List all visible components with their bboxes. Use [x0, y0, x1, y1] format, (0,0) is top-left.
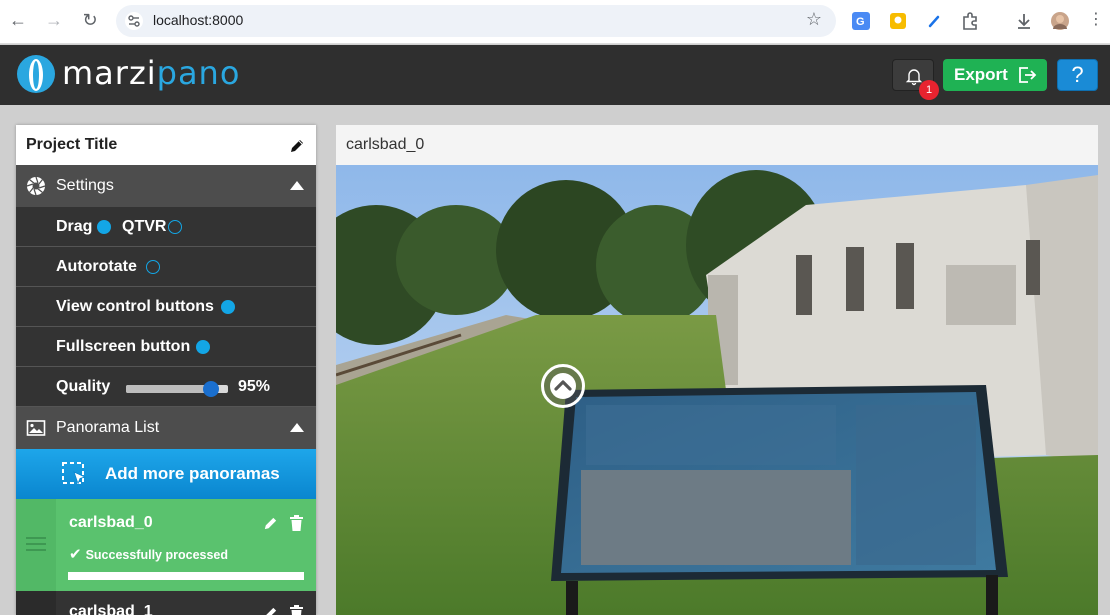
settings-title: Settings — [56, 177, 114, 194]
drag-radio[interactable] — [97, 220, 111, 234]
trash-icon[interactable] — [289, 605, 304, 615]
processing-progress-bar — [68, 572, 304, 580]
add-panoramas-label: Add more panoramas — [105, 464, 280, 483]
qtvr-radio[interactable] — [168, 220, 182, 234]
address-url[interactable]: localhost:8000 — [153, 12, 243, 28]
trash-icon[interactable] — [289, 515, 304, 532]
logo-wordmark: marzipano — [62, 54, 240, 92]
panorama-name[interactable]: carlsbad_1 — [69, 603, 153, 615]
drag-handle[interactable] — [16, 591, 56, 615]
logo-text-marzi: marzi — [62, 54, 157, 92]
fullscreen-label[interactable]: Fullscreen button — [56, 338, 190, 356]
quality-slider-thumb[interactable] — [203, 381, 219, 397]
svg-text:G: G — [856, 16, 865, 28]
keep-extension-icon[interactable] — [888, 11, 908, 31]
reload-icon[interactable]: ↻ — [78, 8, 102, 32]
pen-extension-icon[interactable] — [924, 11, 944, 31]
autorotate-row: Autorotate — [16, 247, 316, 287]
view-control-toggle[interactable] — [221, 300, 235, 314]
notification-count-badge: 1 — [919, 80, 939, 100]
collapse-caret-icon[interactable] — [290, 181, 304, 190]
download-icon[interactable] — [1014, 11, 1034, 31]
processing-status: ✔ Successfully processed — [69, 545, 228, 563]
image-icon — [26, 420, 46, 436]
quality-value: 95% — [238, 378, 271, 395]
export-icon — [1019, 67, 1037, 83]
edit-pencil-icon[interactable] — [262, 605, 279, 615]
address-bar[interactable]: localhost:8000 ☆ — [116, 5, 836, 37]
site-info-icon[interactable] — [124, 11, 144, 31]
drag-handle-line — [26, 549, 46, 551]
panorama-list-header[interactable]: Panorama List — [16, 407, 316, 449]
forward-arrow-icon[interactable]: → — [42, 8, 66, 32]
app-header: marzipano 1 Export ? — [0, 45, 1110, 105]
menu-kebab-icon[interactable]: ⋮ — [1084, 8, 1108, 32]
aperture-icon — [26, 176, 46, 196]
export-button[interactable]: Export — [943, 59, 1047, 91]
edit-title-pencil-icon[interactable] — [288, 137, 306, 155]
export-button-label: Export — [954, 65, 1008, 84]
panorama-list-title: Panorama List — [56, 419, 160, 436]
view-control-row: View control buttons — [16, 287, 316, 327]
drag-handle-line — [26, 543, 46, 545]
marzipano-logo-icon — [17, 55, 55, 93]
help-button[interactable]: ? — [1057, 59, 1098, 91]
drag-handle[interactable] — [16, 499, 56, 591]
viewer-header: carlsbad_0 — [336, 125, 1098, 165]
panorama-list-item[interactable]: carlsbad_1 — [16, 591, 316, 615]
fullscreen-toggle[interactable] — [196, 340, 210, 354]
collapse-caret-icon[interactable] — [290, 423, 304, 432]
panorama-viewer[interactable] — [336, 165, 1098, 615]
browser-toolbar: ← → ↻ localhost:8000 ☆ G ⋮ — [0, 0, 1110, 44]
back-arrow-icon[interactable]: ← — [6, 8, 30, 32]
processing-status-text: Successfully processed — [85, 548, 229, 562]
quality-slider-fill — [126, 385, 211, 393]
quality-slider[interactable] — [126, 381, 228, 397]
checkmark-icon: ✔ — [69, 546, 82, 563]
viewer-title: carlsbad_0 — [346, 136, 425, 153]
add-selection-icon — [62, 462, 87, 485]
autorotate-label[interactable]: Autorotate — [56, 258, 137, 276]
project-title[interactable]: Project Title — [26, 136, 117, 154]
view-control-label[interactable]: View control buttons — [56, 298, 214, 316]
panorama-image[interactable] — [336, 165, 1098, 615]
quality-row: Quality 95% — [16, 367, 316, 407]
chevron-up-icon — [550, 373, 576, 399]
qtvr-label[interactable]: QTVR — [122, 218, 166, 236]
logo-text-pano: pano — [156, 54, 241, 92]
fullscreen-row: Fullscreen button — [16, 327, 316, 367]
panorama-list-item[interactable]: carlsbad_0 ✔ Successfully processed — [16, 499, 316, 591]
control-mode-row: Drag QTVR — [16, 207, 316, 247]
quality-label: Quality — [56, 378, 111, 395]
autorotate-toggle[interactable] — [146, 260, 160, 274]
bookmark-star-icon[interactable]: ☆ — [806, 9, 822, 30]
puzzle-extensions-icon[interactable] — [960, 11, 980, 31]
link-hotspot[interactable] — [541, 364, 585, 408]
add-panoramas-button[interactable]: Add more panoramas — [16, 449, 316, 499]
drag-label[interactable]: Drag — [56, 218, 92, 236]
project-title-row: Project Title — [16, 125, 316, 165]
sidebar: Project Title Settings Drag QTVR Autorot… — [16, 125, 316, 615]
panorama-name[interactable]: carlsbad_0 — [69, 514, 153, 532]
profile-avatar[interactable] — [1050, 11, 1070, 31]
translate-extension-icon[interactable]: G — [851, 11, 871, 31]
settings-section-header[interactable]: Settings — [16, 165, 316, 207]
drag-handle-line — [26, 537, 46, 539]
edit-pencil-icon[interactable] — [262, 515, 279, 532]
